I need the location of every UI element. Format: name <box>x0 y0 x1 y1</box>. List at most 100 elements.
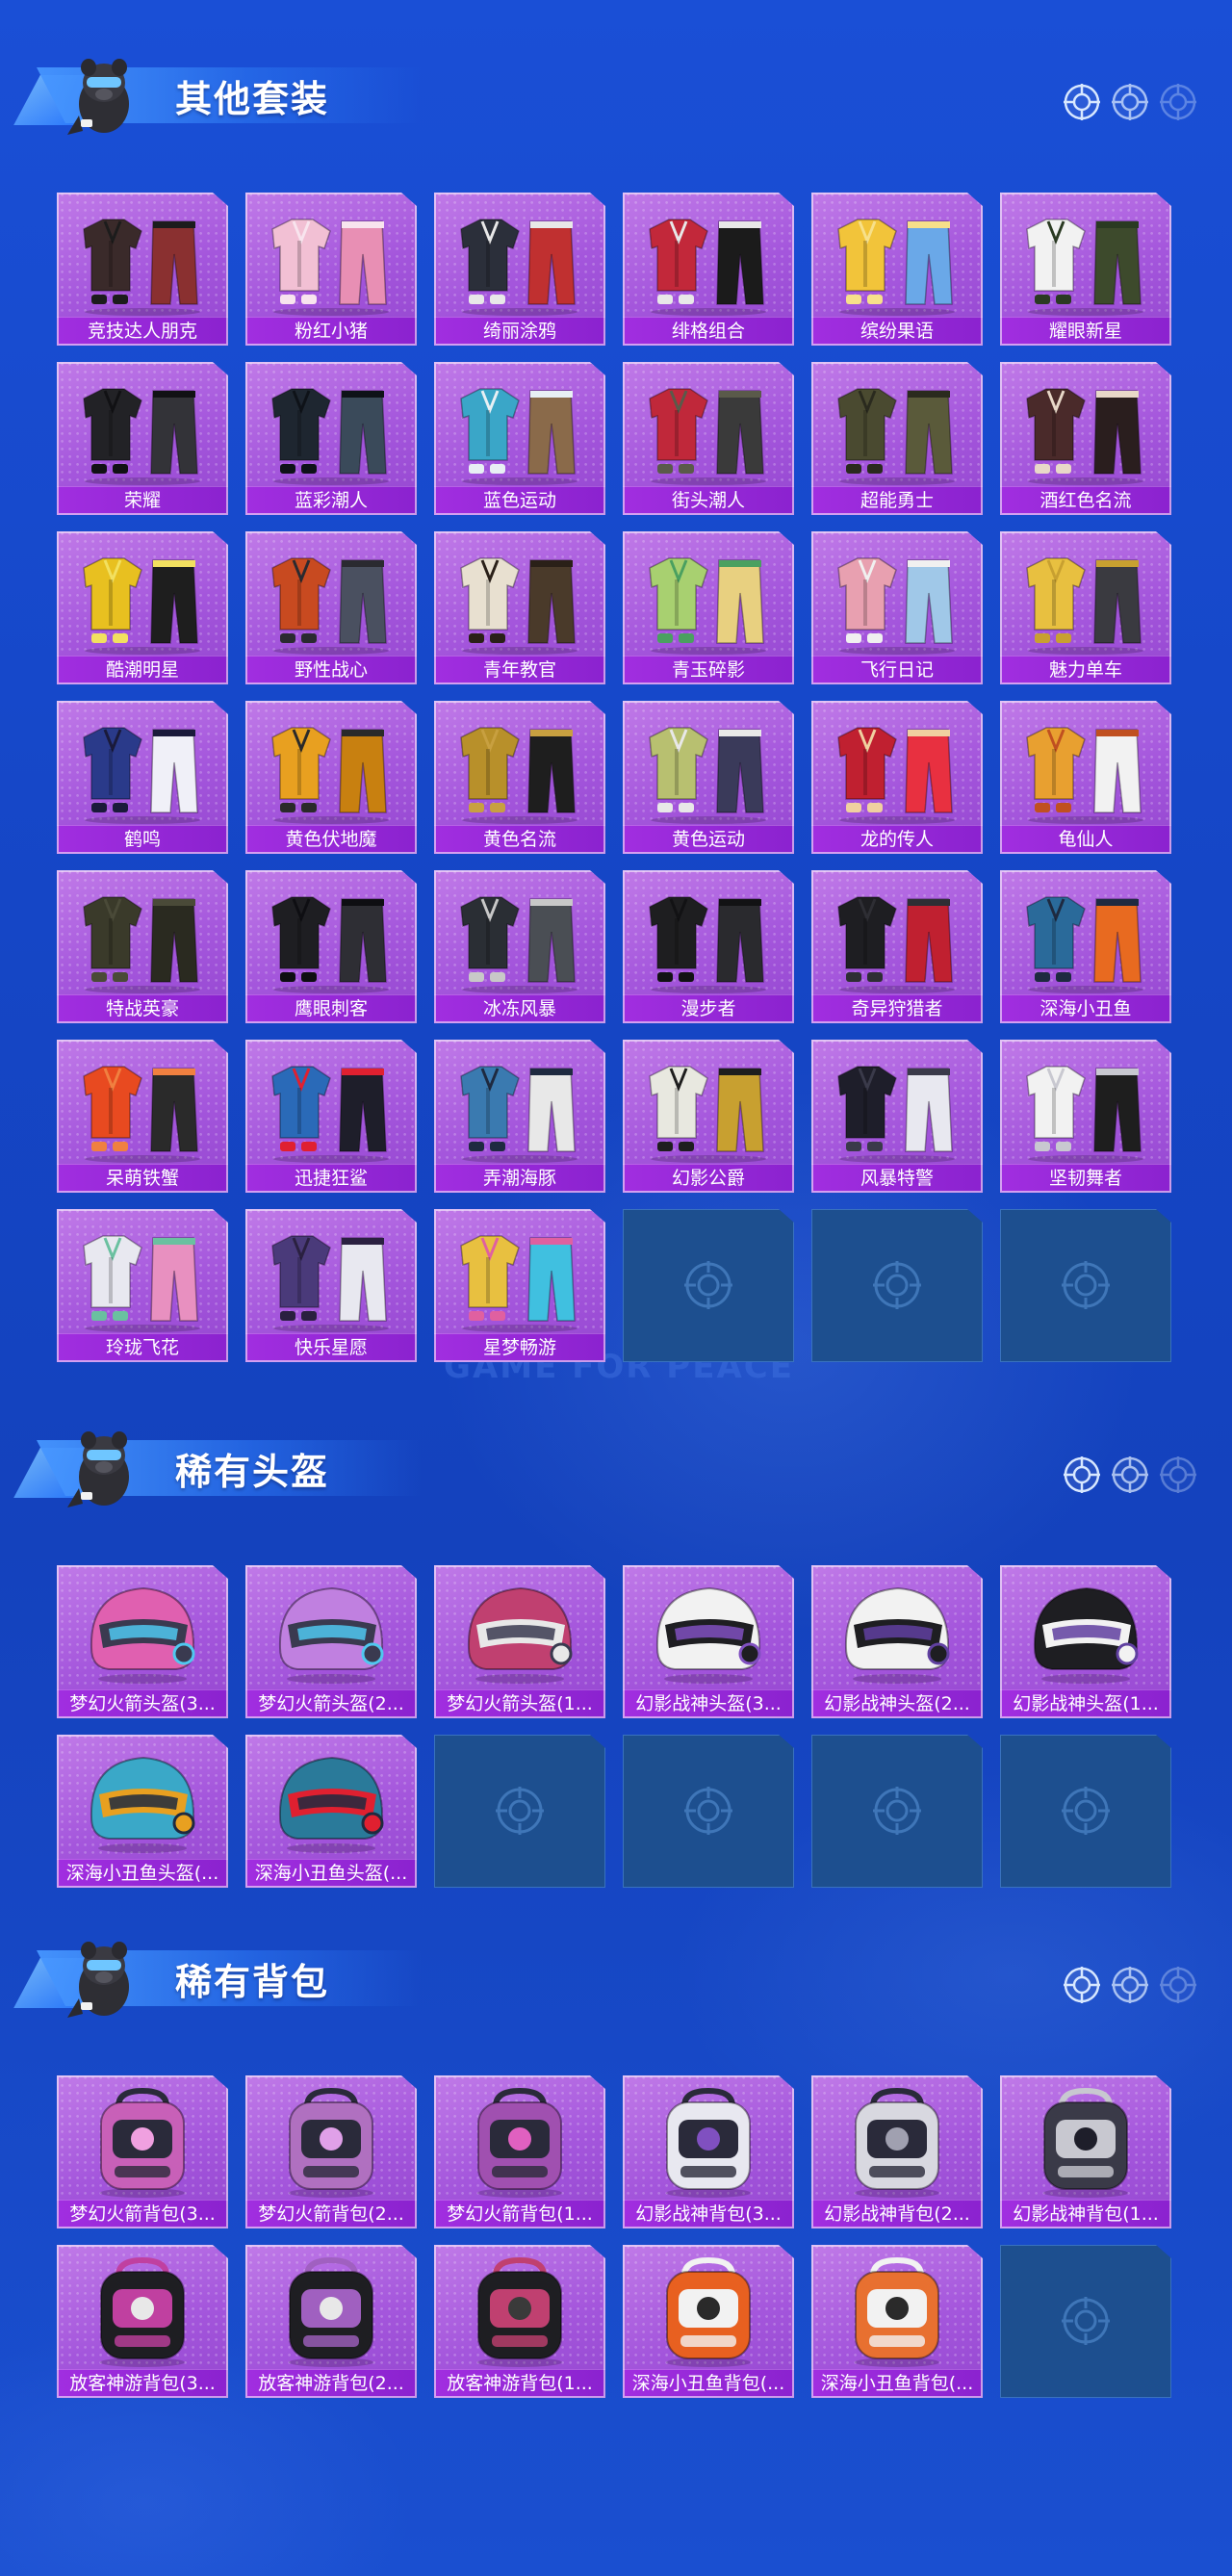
item-name: 呆萌铁蟹 <box>57 1164 228 1193</box>
outfit-icon <box>1026 219 1143 316</box>
outfit-icon <box>271 727 389 824</box>
item-name: 梦幻火箭头盔(3... <box>57 1689 228 1718</box>
item-card[interactable]: 超能勇士 <box>811 362 983 515</box>
item-card[interactable]: 缤纷果语 <box>811 193 983 346</box>
empty-slot-icon <box>684 1261 732 1309</box>
item-card[interactable]: 幻影战神背包(2... <box>811 2075 983 2228</box>
item-card[interactable]: 星梦畅游 <box>434 1209 605 1362</box>
item-card[interactable]: 放客神游背包(1... <box>434 2245 605 2398</box>
helmet-icon <box>1033 1586 1139 1684</box>
item-name: 深海小丑鱼头盔(... <box>57 1859 228 1888</box>
item-card[interactable]: 野性战心 <box>245 531 417 684</box>
item-name: 放客神游背包(1... <box>434 2369 605 2398</box>
outfit-icon <box>649 557 766 655</box>
item-card[interactable]: 呆萌铁蟹 <box>57 1040 228 1193</box>
outfit-icon <box>271 1235 389 1332</box>
item-card[interactable]: 快乐星愿 <box>245 1209 417 1362</box>
section-decoration <box>1063 1966 1205 2008</box>
outfit-icon <box>271 1066 389 1163</box>
crosshair-icon <box>1160 1456 1196 1493</box>
item-card[interactable]: 黄色伏地魔 <box>245 701 417 854</box>
item-name: 放客神游背包(2... <box>245 2369 417 2398</box>
outfit-icon <box>649 388 766 485</box>
item-card[interactable]: 荣耀 <box>57 362 228 515</box>
item-card[interactable]: 放客神游背包(2... <box>245 2245 417 2398</box>
item-card[interactable]: 深海小丑鱼头盔(... <box>245 1735 417 1888</box>
item-card[interactable]: 坚韧舞者 <box>1000 1040 1171 1193</box>
item-card[interactable]: 青玉碎影 <box>623 531 794 684</box>
item-card[interactable]: 鹤鸣 <box>57 701 228 854</box>
item-card[interactable]: 梦幻火箭背包(2... <box>245 2075 417 2228</box>
crosshair-icon <box>1064 84 1100 120</box>
item-card[interactable]: 龙的传人 <box>811 701 983 854</box>
item-card[interactable]: 魅力单车 <box>1000 531 1171 684</box>
item-card[interactable]: 梦幻火箭头盔(2... <box>245 1565 417 1718</box>
item-card[interactable]: 梦幻火箭背包(3... <box>57 2075 228 2228</box>
item-card[interactable]: 弄潮海豚 <box>434 1040 605 1193</box>
crosshair-icon <box>1064 1456 1100 1493</box>
empty-slot-icon <box>1062 1787 1110 1835</box>
empty-slot-icon <box>496 1787 544 1835</box>
item-card[interactable]: 特战英豪 <box>57 870 228 1023</box>
item-card[interactable]: 梦幻火箭头盔(3... <box>57 1565 228 1718</box>
item-card[interactable]: 梦幻火箭头盔(1... <box>434 1565 605 1718</box>
outfit-icon <box>271 557 389 655</box>
mascot-icon <box>67 1431 129 1507</box>
helmet-icon <box>90 1756 195 1853</box>
item-card[interactable]: 青年教官 <box>434 531 605 684</box>
item-card[interactable]: 蓝色运动 <box>434 362 605 515</box>
empty-slot-icon <box>1062 2297 1110 2345</box>
empty-slot-icon <box>873 1261 921 1309</box>
item-card[interactable]: 绯格组合 <box>623 193 794 346</box>
item-card[interactable]: 深海小丑鱼头盔(... <box>57 1735 228 1888</box>
item-card[interactable]: 飞行日记 <box>811 531 983 684</box>
outfit-icon <box>837 219 955 316</box>
item-name: 玲珑飞花 <box>57 1333 228 1362</box>
empty-slot <box>1000 1209 1171 1362</box>
item-name: 梦幻火箭头盔(2... <box>245 1689 417 1718</box>
backpack-icon <box>477 2087 562 2198</box>
item-name: 深海小丑鱼头盔(... <box>245 1859 417 1888</box>
item-card[interactable]: 鹰眼刺客 <box>245 870 417 1023</box>
outfit-icon <box>837 727 955 824</box>
backpack-icon <box>1043 2087 1128 2198</box>
item-name: 星梦畅游 <box>434 1333 605 1362</box>
item-card[interactable]: 酷潮明星 <box>57 531 228 684</box>
item-card[interactable]: 幻影战神头盔(3... <box>623 1565 794 1718</box>
item-name: 幻影战神头盔(2... <box>811 1689 983 1718</box>
item-card[interactable]: 风暴特警 <box>811 1040 983 1193</box>
item-card[interactable]: 酒红色名流 <box>1000 362 1171 515</box>
item-card[interactable]: 幻影战神头盔(1... <box>1000 1565 1171 1718</box>
outfit-icon <box>460 1235 578 1332</box>
item-card[interactable]: 幻影战神背包(1... <box>1000 2075 1171 2228</box>
item-card[interactable]: 幻影战神头盔(2... <box>811 1565 983 1718</box>
item-card[interactable]: 漫步者 <box>623 870 794 1023</box>
item-card[interactable]: 放客神游背包(3... <box>57 2245 228 2398</box>
item-card[interactable]: 黄色名流 <box>434 701 605 854</box>
item-card[interactable]: 绮丽涂鸦 <box>434 193 605 346</box>
item-card[interactable]: 奇异狩猎者 <box>811 870 983 1023</box>
item-card[interactable]: 蓝彩潮人 <box>245 362 417 515</box>
item-card[interactable]: 粉红小猪 <box>245 193 417 346</box>
item-name: 荣耀 <box>57 486 228 515</box>
backpack-icon <box>666 2087 751 2198</box>
item-name: 绮丽涂鸦 <box>434 317 605 346</box>
item-card[interactable]: 龟仙人 <box>1000 701 1171 854</box>
item-card[interactable]: 深海小丑鱼背包(... <box>811 2245 983 2398</box>
outfit-icon <box>460 896 578 993</box>
item-card[interactable]: 迅捷狂鲨 <box>245 1040 417 1193</box>
item-card[interactable]: 街头潮人 <box>623 362 794 515</box>
item-card[interactable]: 深海小丑鱼背包(... <box>623 2245 794 2398</box>
item-card[interactable]: 冰冻风暴 <box>434 870 605 1023</box>
item-card[interactable]: 幻影公爵 <box>623 1040 794 1193</box>
item-card[interactable]: 深海小丑鱼 <box>1000 870 1171 1023</box>
item-card[interactable]: 玲珑飞花 <box>57 1209 228 1362</box>
item-card[interactable]: 耀眼新星 <box>1000 193 1171 346</box>
item-name: 幻影战神背包(3... <box>623 2200 794 2228</box>
item-card[interactable]: 竞技达人朋克 <box>57 193 228 346</box>
item-card[interactable]: 黄色运动 <box>623 701 794 854</box>
outfit-icon <box>83 388 200 485</box>
item-name: 鹤鸣 <box>57 825 228 854</box>
item-card[interactable]: 幻影战神背包(3... <box>623 2075 794 2228</box>
item-card[interactable]: 梦幻火箭背包(1... <box>434 2075 605 2228</box>
